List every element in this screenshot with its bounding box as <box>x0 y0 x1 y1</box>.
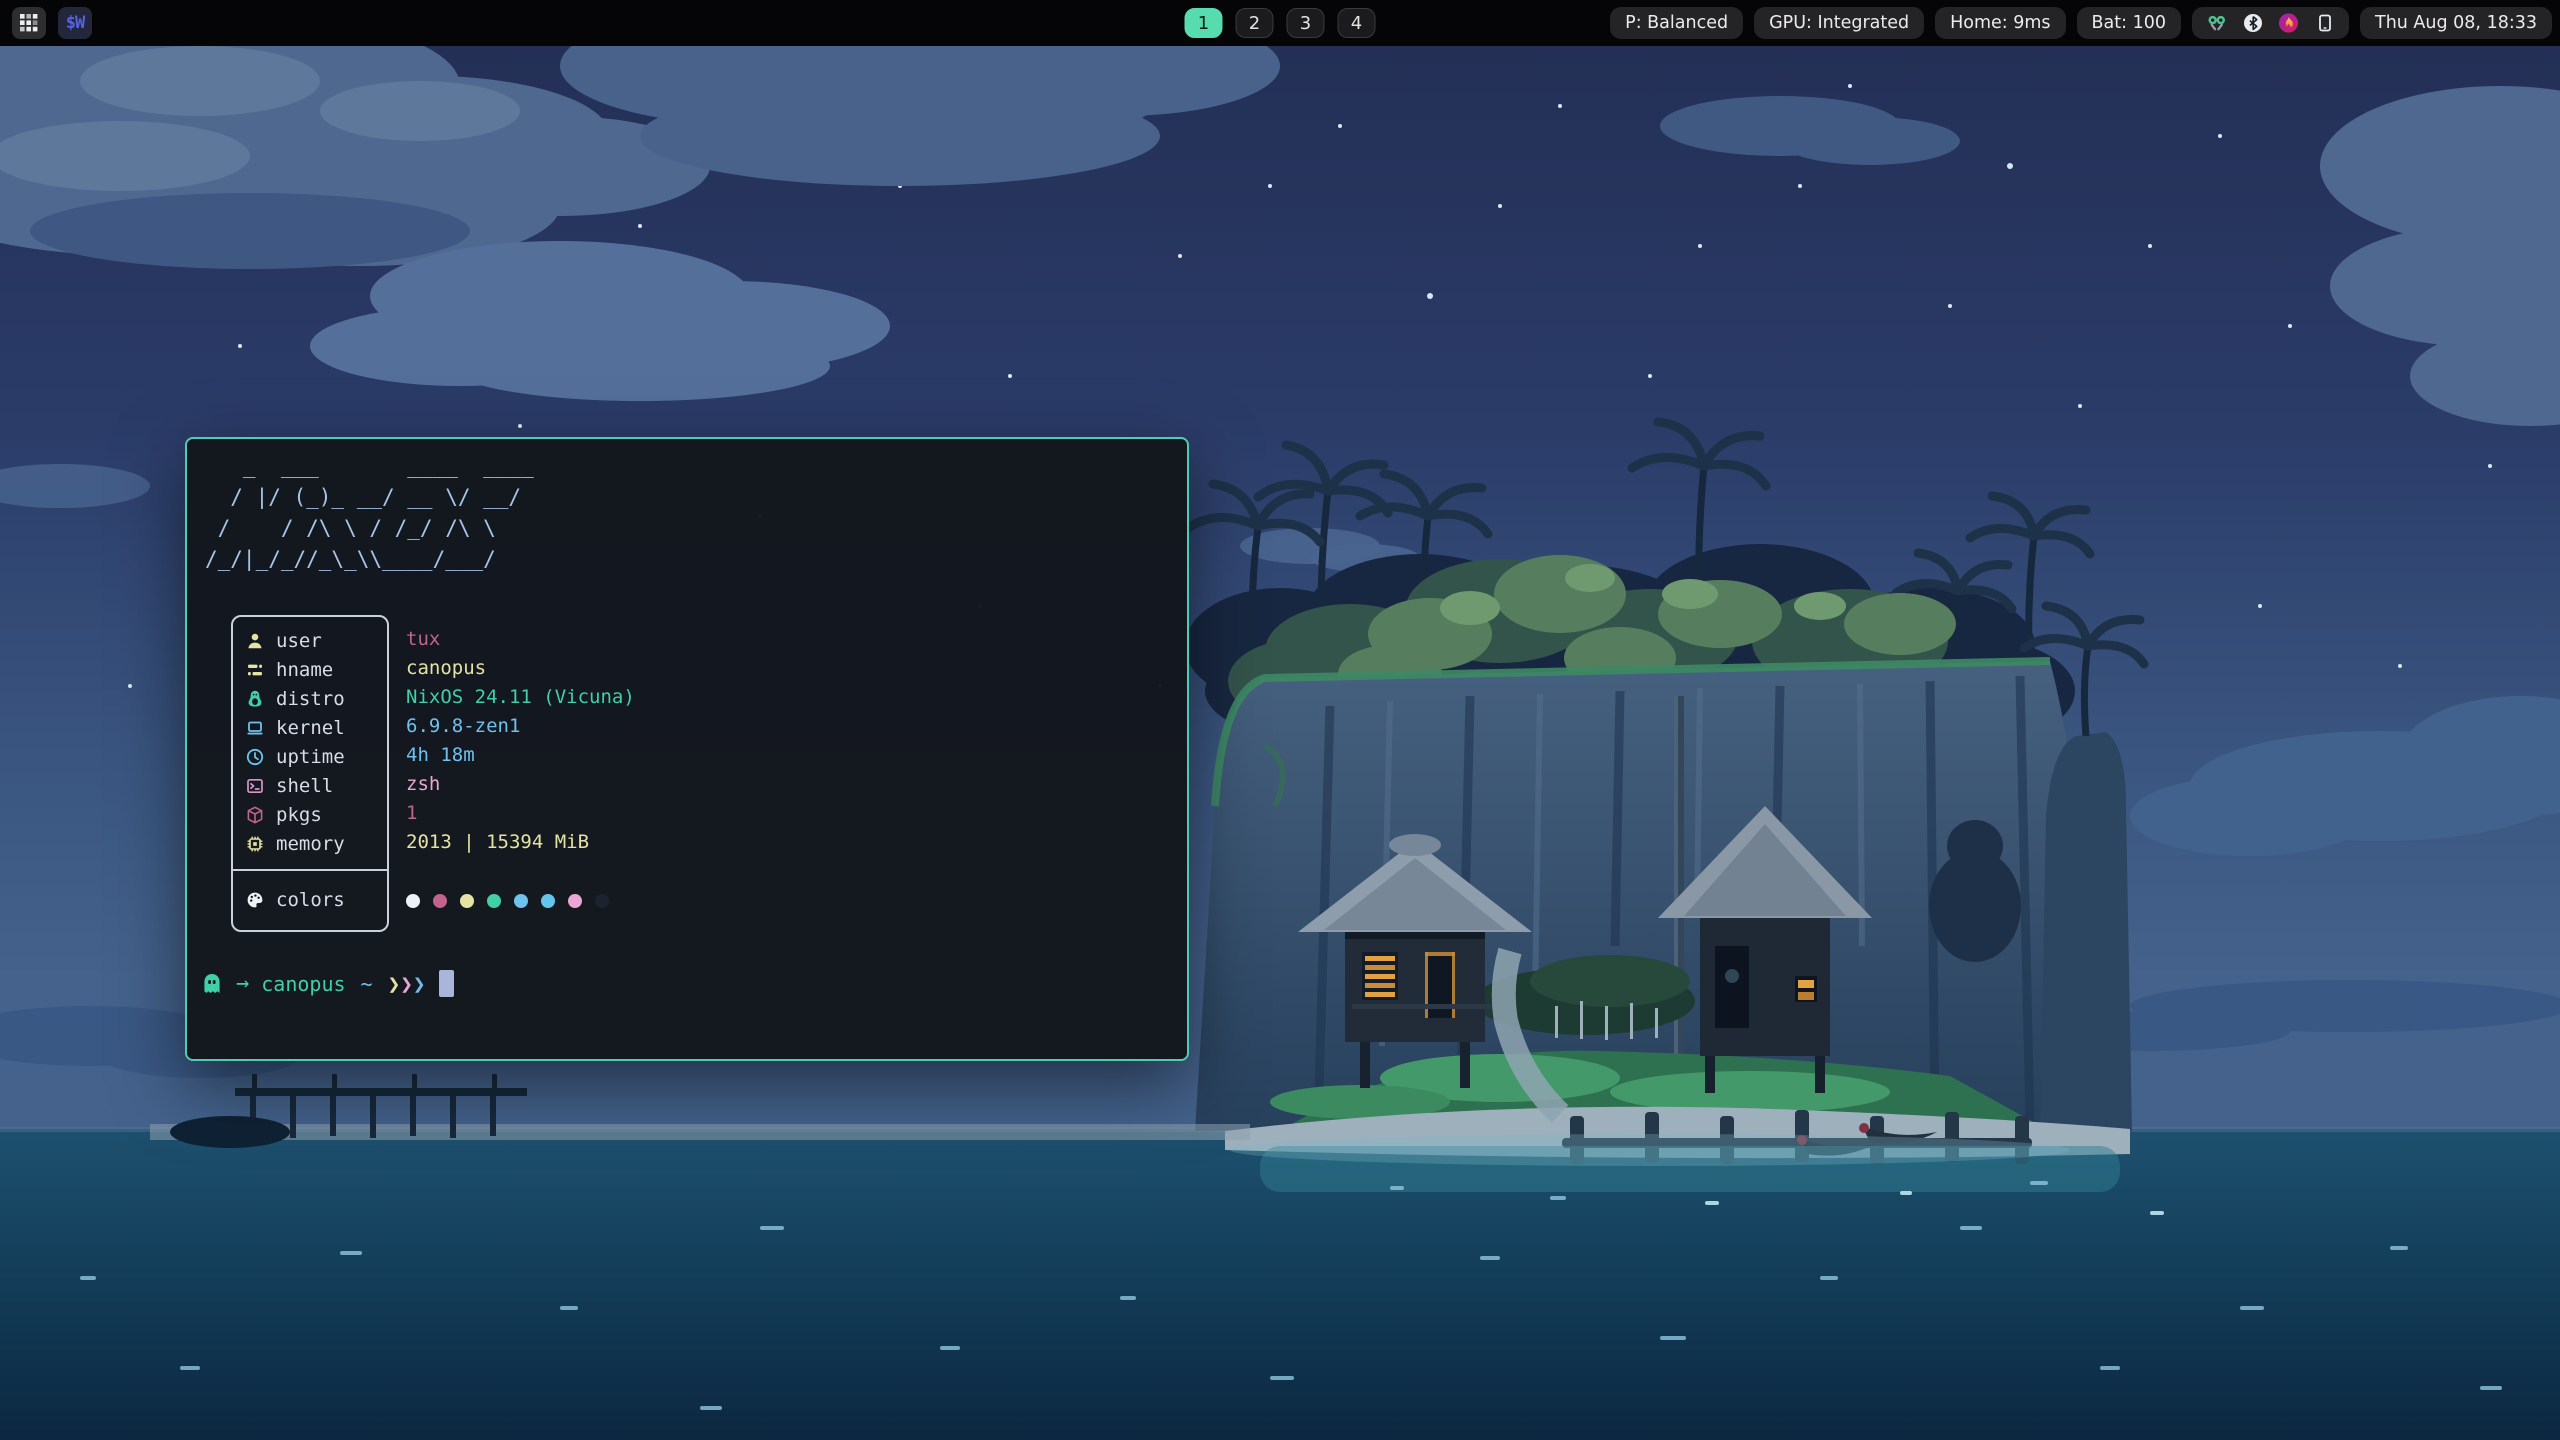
fetch-row-memory: memory <box>233 829 387 858</box>
value-hname: canopus <box>406 653 635 682</box>
top-bar: $W 1 2 3 4 P: Balanced GPU: Integrated H… <box>0 0 2560 46</box>
wezterm-button[interactable]: $W <box>58 7 92 39</box>
prompt-path: ~ <box>361 972 373 996</box>
package-icon <box>245 805 265 825</box>
palette-dot <box>433 894 447 908</box>
shell-prompt: → canopus ~ ❯ ❯ ❯ <box>200 970 454 997</box>
network-icon[interactable] <box>2206 13 2227 34</box>
laptop-icon <box>245 718 265 738</box>
fetch-label-box: user hname distro <box>231 615 389 932</box>
clock-icon <box>245 747 265 767</box>
text-cursor[interactable] <box>439 970 454 997</box>
fetch-values: tux canopus NixOS 24.11 (Vicuna) 6.9.8-z… <box>406 615 635 856</box>
gpu-status[interactable]: GPU: Integrated <box>1754 7 1924 39</box>
app-grid-button[interactable] <box>12 7 46 39</box>
fetch-row-distro: distro <box>233 684 387 713</box>
palette-dot <box>514 894 528 908</box>
palette-dot <box>595 894 609 908</box>
wezterm-icon: $W <box>66 13 84 33</box>
palette-dot <box>541 894 555 908</box>
bar-right: P: Balanced GPU: Integrated Home: 9ms Ba… <box>1610 7 2552 39</box>
prompt-host: canopus <box>261 972 345 996</box>
value-pkgs: 1 <box>406 798 635 827</box>
palette-dot <box>460 894 474 908</box>
palette-dot <box>487 894 501 908</box>
terminal-window[interactable]: _ ___ ____ ____ / |/ (_)_ __/ __ \/ __/ … <box>185 437 1189 1061</box>
battery-status[interactable]: Bat: 100 <box>2077 7 2181 39</box>
clock[interactable]: Thu Aug 08, 18:33 <box>2360 7 2552 39</box>
ping-status[interactable]: Home: 9ms <box>1935 7 2065 39</box>
fetch-row-user: user <box>233 626 387 655</box>
user-icon <box>245 631 265 651</box>
prompt-chevrons: ❯ ❯ ❯ <box>388 972 426 996</box>
value-kernel: 6.9.8-zen1 <box>406 711 635 740</box>
penguin-icon <box>245 689 265 709</box>
bluetooth-icon[interactable] <box>2242 13 2263 34</box>
desktop: $W 1 2 3 4 P: Balanced GPU: Integrated H… <box>0 0 2560 1440</box>
value-distro: NixOS 24.11 (Vicuna) <box>406 682 635 711</box>
value-memory: 2013 | 15394 MiB <box>406 827 635 856</box>
fetch-row-uptime: uptime <box>233 742 387 771</box>
fetch-row-hname: hname <box>233 655 387 684</box>
system-tray <box>2192 7 2349 39</box>
workspace-4[interactable]: 4 <box>1338 8 1376 38</box>
terminal-icon <box>245 776 265 796</box>
fetch-row-colors: colors <box>233 871 387 929</box>
workspace-2[interactable]: 2 <box>1236 8 1274 38</box>
value-uptime: 4h 18m <box>406 740 635 769</box>
app-grid-icon <box>20 14 38 32</box>
palette-icon <box>245 890 265 910</box>
workspace-1[interactable]: 1 <box>1185 8 1223 38</box>
chip-icon <box>245 834 265 854</box>
flameshot-icon[interactable] <box>2278 13 2299 34</box>
bar-left: $W <box>12 7 92 39</box>
ghost-icon <box>200 972 224 996</box>
palette-dot <box>406 894 420 908</box>
server-icon <box>245 660 265 680</box>
fetch-row-shell: shell <box>233 771 387 800</box>
fetch-row-pkgs: pkgs <box>233 800 387 829</box>
workspace-3[interactable]: 3 <box>1287 8 1325 38</box>
value-shell: zsh <box>406 769 635 798</box>
workspace-switcher: 1 2 3 4 <box>1185 8 1376 38</box>
phone-icon[interactable] <box>2314 13 2335 34</box>
value-user: tux <box>406 624 635 653</box>
nixos-ascii-logo: _ ___ ____ ____ / |/ (_)_ __/ __ \/ __/ … <box>205 451 534 575</box>
fetch-row-kernel: kernel <box>233 713 387 742</box>
power-profile-status[interactable]: P: Balanced <box>1610 7 1743 39</box>
prompt-arrow: → <box>236 971 249 996</box>
palette-dot <box>568 894 582 908</box>
palette-dots <box>406 887 609 915</box>
